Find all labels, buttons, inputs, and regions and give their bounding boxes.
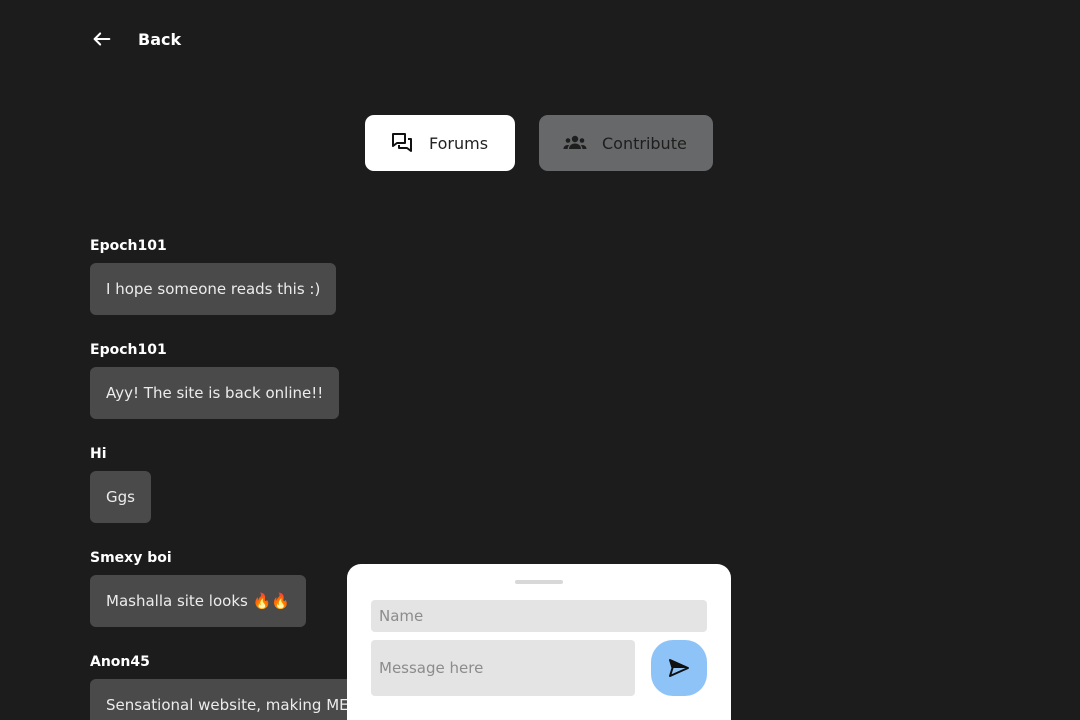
message-bubble: Sensational website, making MEC (90, 679, 376, 720)
message-bubble: I hope someone reads this :) (90, 263, 337, 315)
tab-contribute[interactable]: Contribute (539, 115, 713, 171)
name-input[interactable] (371, 600, 707, 632)
tab-forums[interactable]: Forums (365, 115, 515, 171)
list-item: Hi Ggs (90, 444, 690, 548)
message-bubble: Mashalla site looks 🔥🔥 (90, 575, 306, 627)
list-item: Epoch101 I hope someone reads this :) (90, 236, 690, 340)
drag-handle[interactable] (515, 580, 563, 584)
group-icon (563, 131, 587, 155)
arrow-left-icon (91, 28, 113, 50)
message-bubble: Ayy! The site is back online!! (90, 367, 340, 419)
tab-contribute-label: Contribute (602, 133, 687, 153)
send-button[interactable] (651, 640, 707, 696)
back-button[interactable]: Back (91, 27, 181, 51)
back-label: Back (138, 29, 182, 49)
send-icon (667, 656, 691, 680)
message-author: Hi (90, 446, 107, 462)
message-author: Epoch101 (90, 238, 167, 254)
list-item: Epoch101 Ayy! The site is back online!! (90, 340, 690, 444)
tab-forums-label: Forums (429, 133, 489, 153)
message-composer (347, 564, 731, 720)
message-author: Epoch101 (90, 342, 167, 358)
message-bubble: Ggs (90, 471, 151, 523)
message-input[interactable] (371, 640, 635, 696)
tab-bar: Forums Contribute (365, 115, 713, 171)
forum-page: Back Forums Contribute Epoch101 I hope s… (0, 0, 1080, 720)
forum-icon (390, 131, 414, 155)
